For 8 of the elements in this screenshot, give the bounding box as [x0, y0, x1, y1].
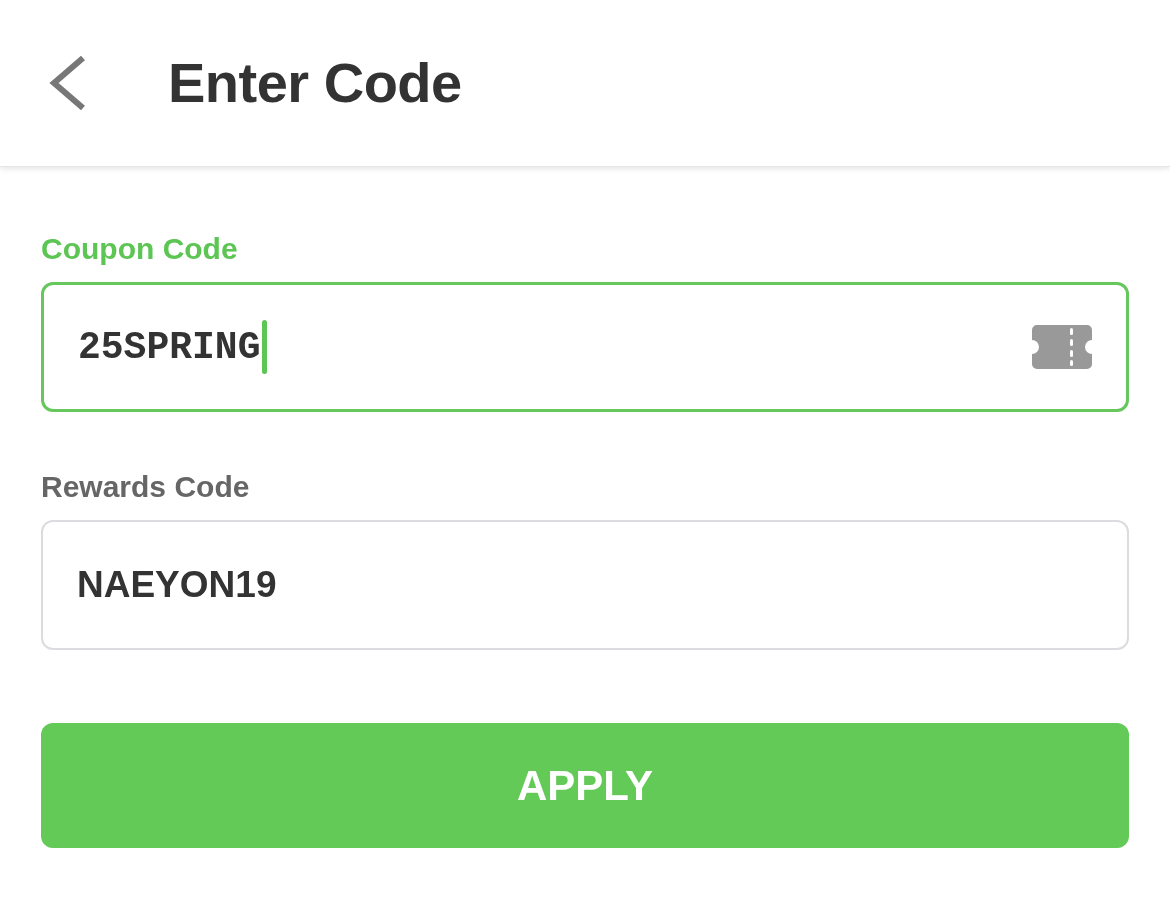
- coupon-code-field[interactable]: 25SPRING: [41, 282, 1129, 412]
- field-label: Coupon Code: [41, 231, 238, 267]
- field-label: Rewards Code: [41, 469, 250, 505]
- text-cursor-icon: [262, 320, 268, 374]
- code-field[interactable]: NAEYON19: [41, 520, 1129, 650]
- page-title: Enter Code: [168, 50, 462, 116]
- ticket-icon: [1032, 325, 1092, 369]
- back-icon[interactable]: [48, 55, 86, 111]
